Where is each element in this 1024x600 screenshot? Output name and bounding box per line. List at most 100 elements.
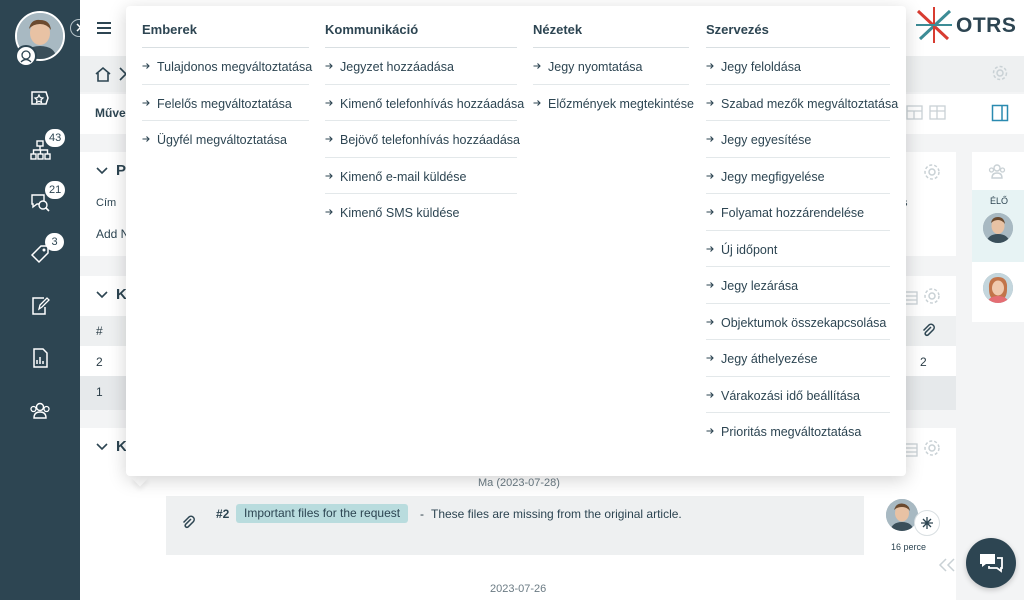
chat-button[interactable] bbox=[966, 538, 1016, 588]
menu-column-views: Nézetek Jegy nyomtatása Előzmények megteki… bbox=[533, 22, 694, 122]
menu-item-label: Prioritás megváltoztatása bbox=[721, 425, 862, 439]
menu-item[interactable]: Folyamat hozzárendelése bbox=[706, 194, 890, 231]
nav-customers[interactable] bbox=[28, 398, 52, 422]
panel-gear-icon[interactable] bbox=[922, 438, 942, 458]
hamburger-menu-icon[interactable] bbox=[96, 20, 112, 36]
arrow-right-icon bbox=[142, 63, 150, 69]
otrs-logo[interactable]: OTRS bbox=[914, 7, 1016, 43]
menu-item[interactable]: Jegy feloldása bbox=[706, 48, 890, 85]
menu-item-label: Bejövő telefonhívás hozzáadása bbox=[340, 133, 520, 147]
people-icon bbox=[30, 402, 50, 419]
arrow-right-icon bbox=[706, 99, 714, 106]
layout-grid-icon bbox=[906, 105, 946, 120]
layout-switch-icons[interactable] bbox=[906, 104, 948, 122]
menu-item[interactable]: Jegy nyomtatása bbox=[533, 48, 689, 85]
report-icon bbox=[33, 348, 48, 368]
menu-item-label: Jegy nyomtatása bbox=[548, 60, 643, 74]
menu-column-heading: Nézetek bbox=[533, 22, 689, 48]
double-chevron-left-icon[interactable] bbox=[937, 557, 957, 573]
settings-gear-icon[interactable] bbox=[991, 64, 1009, 82]
menu-item[interactable]: Jegy egyesítése bbox=[706, 121, 890, 158]
arrow-right-icon bbox=[706, 63, 714, 69]
menu-item[interactable]: Objektumok összekapcsolása bbox=[706, 304, 890, 340]
menu-item[interactable]: Várakozási idő beállítása bbox=[706, 377, 890, 413]
timeline-date-older: 2023-07-26 bbox=[490, 583, 547, 595]
article-separator: - bbox=[420, 507, 424, 521]
menu-item[interactable]: Jegy lezárása bbox=[706, 267, 890, 304]
chevron-down-icon[interactable] bbox=[96, 166, 108, 176]
column-number-header[interactable]: # bbox=[96, 324, 103, 338]
panel-gear-icon[interactable] bbox=[922, 286, 942, 306]
arrow-right-icon bbox=[706, 172, 714, 179]
arrow-right-icon bbox=[325, 172, 333, 179]
ticket-actions-menu: Emberek Tulajdonos megváltoztatása Felelős… bbox=[126, 6, 906, 476]
menu-item[interactable]: Kimenő e-mail küldése bbox=[325, 158, 517, 194]
menu-item[interactable]: Jegy megfigyelése bbox=[706, 158, 890, 194]
arrow-right-icon bbox=[142, 136, 150, 142]
nav-tags[interactable]: 3 bbox=[28, 233, 64, 266]
arrow-right-icon bbox=[325, 136, 333, 142]
menu-item[interactable]: Jegy áthelyezése bbox=[706, 340, 890, 377]
chevron-down-icon[interactable] bbox=[96, 290, 108, 300]
tags-count-badge: 3 bbox=[45, 233, 64, 251]
menu-item[interactable]: Bejövő telefonhívás hozzáadása bbox=[325, 121, 520, 158]
table-row-attachment-count: 2 bbox=[920, 355, 927, 369]
article-author-avatar[interactable] bbox=[886, 499, 918, 531]
live-label: ÉLŐ bbox=[990, 196, 1009, 206]
article-subject[interactable]: Important files for the request bbox=[236, 504, 409, 523]
table-row-number[interactable]: 2 bbox=[96, 355, 103, 369]
table-row-number[interactable]: 1 bbox=[96, 385, 103, 399]
menu-item-label: Jegy megfigyelése bbox=[721, 169, 825, 184]
actions-label[interactable]: Műve bbox=[95, 106, 126, 120]
split-view-icon[interactable] bbox=[991, 104, 1009, 122]
menu-item[interactable]: Kimenő SMS küldése bbox=[325, 194, 517, 231]
column-label: Cím bbox=[96, 197, 117, 209]
article-preview: These files are missing from the origina… bbox=[431, 507, 682, 521]
nav-edit[interactable] bbox=[28, 294, 52, 318]
menu-item-label: Szabad mezők megváltoztatása bbox=[721, 96, 899, 111]
attachment-icon[interactable] bbox=[180, 514, 196, 530]
menu-item-label: Kimenő SMS küldése bbox=[340, 206, 460, 220]
menu-item[interactable]: Jegyzet hozzáadása bbox=[325, 48, 517, 85]
attachment-column-icon[interactable] bbox=[920, 322, 936, 338]
menu-item-label: Felelős megváltoztatása bbox=[157, 96, 292, 111]
arrow-right-icon bbox=[325, 209, 333, 215]
menu-item-label: Várakozási idő beállítása bbox=[721, 388, 860, 403]
people-icon[interactable] bbox=[987, 161, 1007, 181]
menu-item-label: Jegy feloldása bbox=[721, 60, 801, 74]
nav-search[interactable]: 21 bbox=[28, 181, 66, 214]
menu-column-organization: Szervezés Jegy feloldása Szabad mezők megv… bbox=[706, 22, 898, 450]
menu-column-heading: Emberek bbox=[142, 22, 309, 48]
arrow-right-icon bbox=[706, 245, 714, 252]
internal-note-icon bbox=[921, 517, 933, 529]
arrow-right-icon bbox=[325, 99, 333, 106]
presence-status-icon[interactable] bbox=[15, 45, 37, 67]
home-icon[interactable] bbox=[94, 65, 112, 83]
panel-gear-icon[interactable] bbox=[922, 162, 942, 182]
menu-item[interactable]: Tulajdonos megváltoztatása bbox=[142, 48, 313, 85]
menu-column-people: Emberek Tulajdonos megváltoztatása Felelős… bbox=[142, 22, 313, 158]
article-channel-badge bbox=[914, 510, 940, 536]
participant-avatar[interactable] bbox=[983, 213, 1013, 243]
menu-item-label: Tulajdonos megváltoztatása bbox=[157, 60, 313, 74]
menu-item[interactable]: Prioritás megváltoztatása bbox=[706, 413, 890, 450]
menu-column-heading: Szervezés bbox=[706, 22, 890, 48]
menu-item-label: Kimenő telefonhívás hozzáadása bbox=[340, 96, 525, 111]
menu-item[interactable]: Szabad mezők megváltoztatása bbox=[706, 85, 898, 121]
nav-dashboard[interactable] bbox=[28, 86, 52, 110]
menu-item[interactable]: Ügyfél megváltoztatása bbox=[142, 121, 309, 158]
nav-queues[interactable]: 43 bbox=[28, 129, 66, 162]
nav-reports[interactable] bbox=[28, 346, 52, 370]
menu-item[interactable]: Kimenő telefonhívás hozzáadása bbox=[325, 85, 524, 121]
participant-avatar[interactable] bbox=[983, 273, 1013, 303]
chevron-down-icon[interactable] bbox=[96, 442, 108, 452]
timeline-date-today: Ma (2023-07-28) bbox=[478, 477, 560, 489]
menu-item-label: Jegyzet hozzáadása bbox=[340, 60, 454, 74]
add-link[interactable]: Add N bbox=[96, 227, 129, 241]
menu-item[interactable]: Felelős megváltoztatása bbox=[142, 85, 309, 121]
menu-item[interactable]: Előzmények megtekintése bbox=[533, 85, 694, 122]
search-count-badge: 21 bbox=[45, 181, 66, 199]
menu-item[interactable]: Új időpont bbox=[706, 231, 890, 267]
sidebar: 43 21 3 bbox=[0, 0, 80, 600]
menu-item-label: Jegy egyesítése bbox=[721, 133, 812, 147]
